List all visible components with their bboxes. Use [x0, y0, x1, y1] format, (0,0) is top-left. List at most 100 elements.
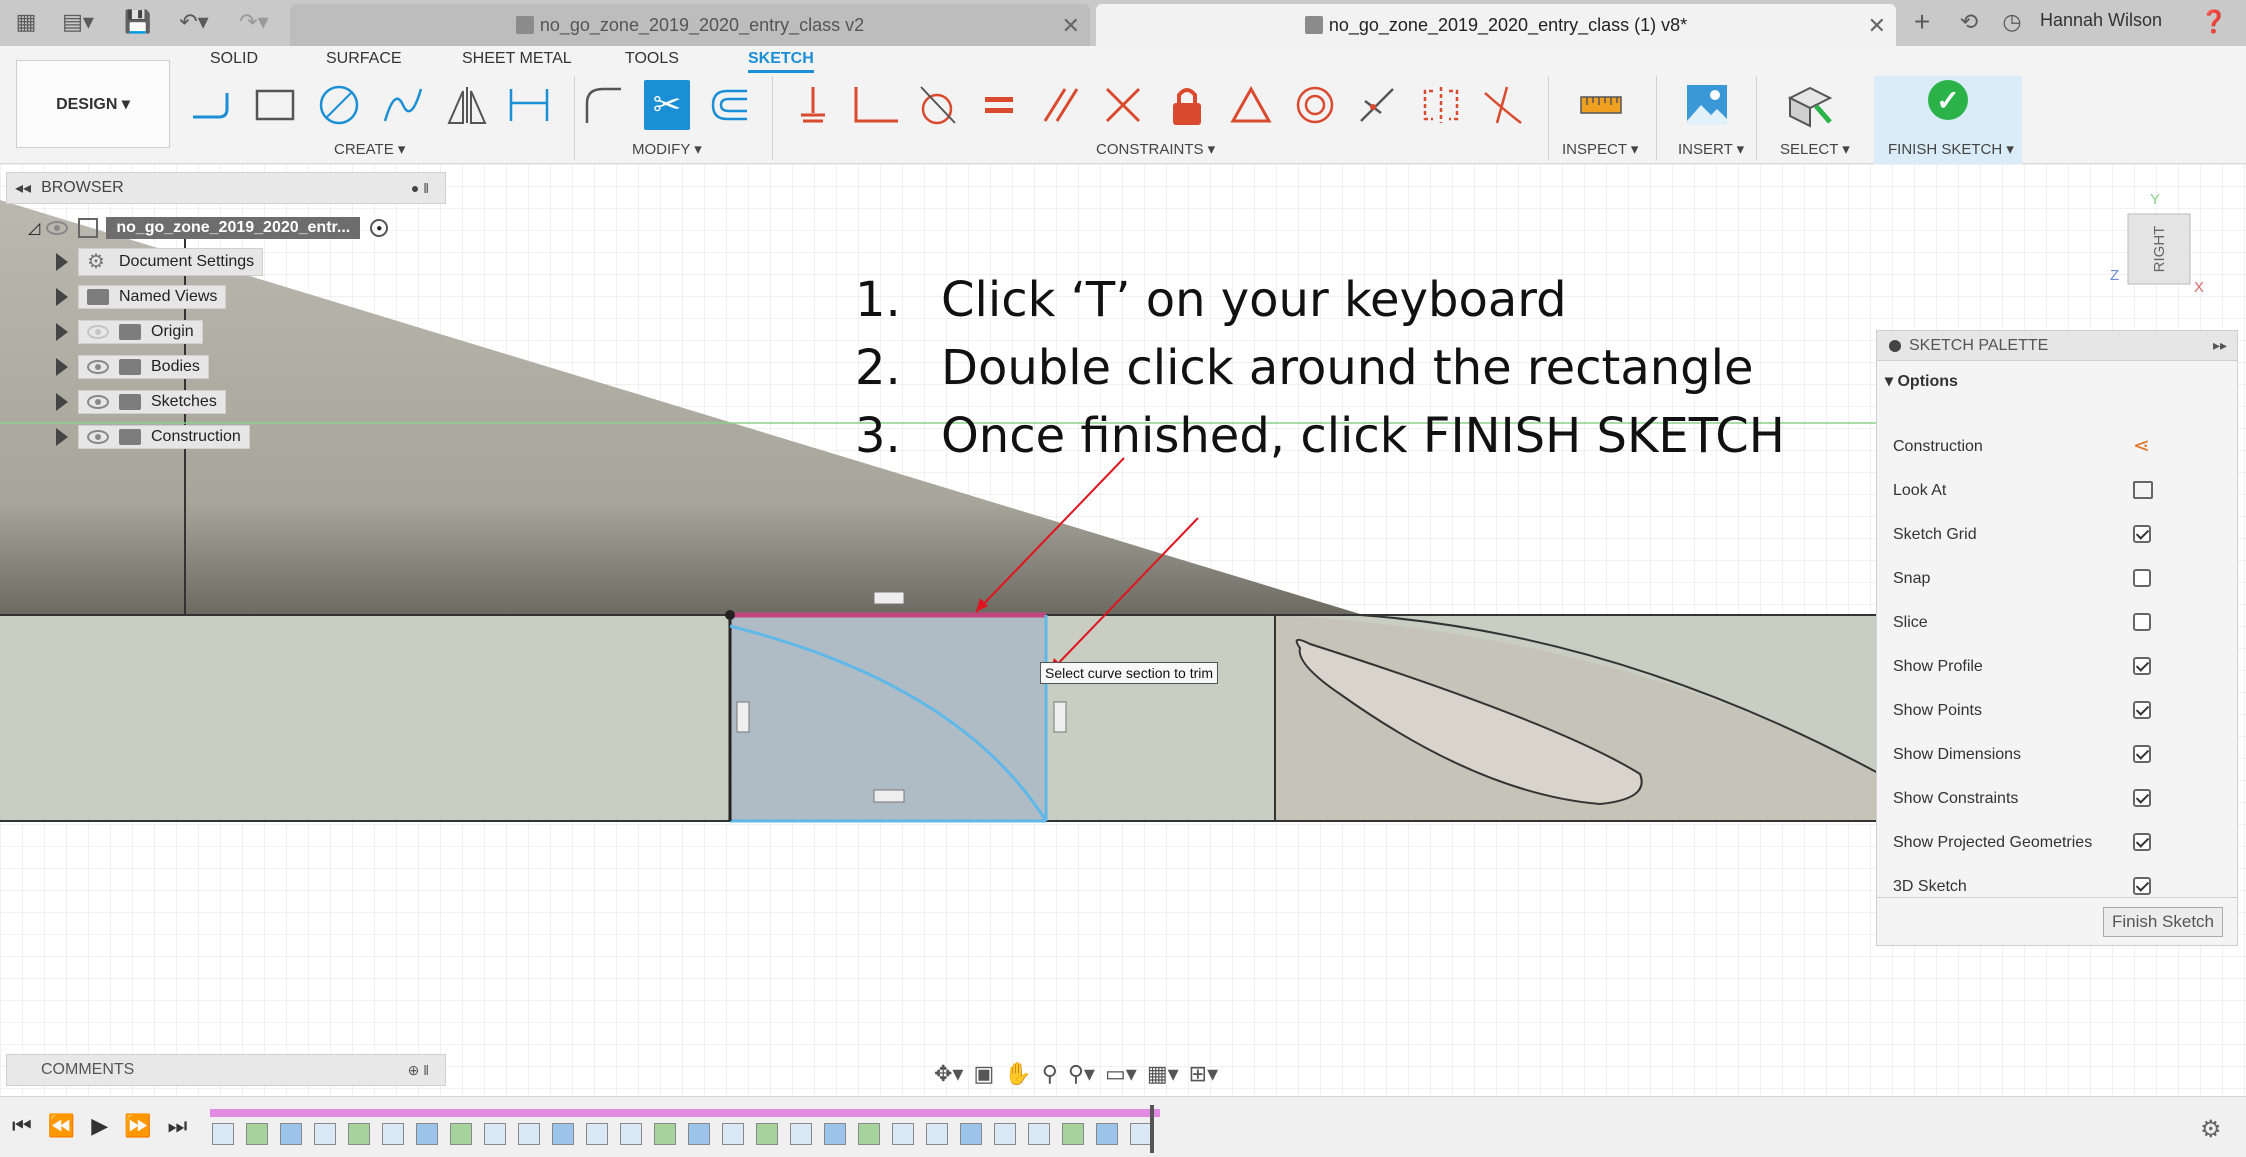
snap-checkbox[interactable] [2133, 569, 2151, 587]
line-tool-icon[interactable] [188, 80, 234, 130]
show-points-checkbox[interactable] [2133, 701, 2151, 719]
timeline-feature-icon[interactable] [620, 1123, 642, 1145]
timeline-settings-gear-icon[interactable]: ⚙ [2200, 1115, 2222, 1144]
tab-sheet-metal[interactable]: SHEET METAL [462, 50, 572, 68]
timeline-back-icon[interactable]: ⏪ [48, 1113, 75, 1139]
timeline-feature-icon[interactable] [348, 1123, 370, 1145]
timeline-feature-icon[interactable] [790, 1123, 812, 1145]
horizontal-vertical-icon[interactable] [790, 80, 836, 130]
palette-row-show-constraints[interactable]: Show Constraints [1893, 783, 2223, 815]
new-tab-icon[interactable]: + [1908, 6, 1936, 37]
collapse-browser-icon[interactable]: ◂◂ [15, 178, 31, 198]
timeline-feature-icon[interactable] [450, 1123, 472, 1145]
add-comment-icon[interactable]: ⊕ ‖ [408, 1062, 429, 1079]
save-icon[interactable]: 💾 [124, 8, 152, 36]
finish-sketch-button[interactable]: Finish Sketch [2103, 907, 2223, 937]
palette-pin-icon[interactable] [1889, 339, 1901, 352]
timeline-feature-icon[interactable] [654, 1123, 676, 1145]
user-name[interactable]: Hannah Wilson [2040, 10, 2162, 31]
palette-row-construction[interactable]: Construction ⋖ [1893, 431, 2223, 463]
expand-icon[interactable] [56, 288, 68, 306]
close-tab-1-icon[interactable]: ✕ [1062, 13, 1080, 39]
collinear-icon[interactable] [1354, 80, 1400, 130]
browser-panel-header[interactable]: ◂◂ BROWSER ● ‖ [6, 172, 446, 204]
tab-surface[interactable]: SURFACE [326, 50, 402, 68]
equal-icon[interactable] [976, 80, 1022, 130]
app-grid-icon[interactable]: ▦ [12, 8, 40, 36]
timeline-feature-icon[interactable] [926, 1123, 948, 1145]
document-tab-2[interactable]: no_go_zone_2019_2020_entry_class (1) v8*… [1096, 4, 1896, 46]
timeline-feature-icon[interactable] [858, 1123, 880, 1145]
timeline-feature-icon[interactable] [892, 1123, 914, 1145]
show-profile-checkbox[interactable] [2133, 657, 2151, 675]
palette-row-snap[interactable]: Snap [1893, 563, 2223, 595]
timeline-feature-icon[interactable] [416, 1123, 438, 1145]
construction-icon[interactable]: ⋖ [2133, 433, 2150, 458]
expand-icon[interactable] [56, 358, 68, 376]
perpendicular-icon[interactable] [1100, 80, 1146, 130]
expand-icon[interactable] [56, 428, 68, 446]
root-expand-icon[interactable]: ◿ [28, 218, 40, 238]
palette-row-look-at[interactable]: Look At [1893, 475, 2223, 507]
visibility-eye-icon[interactable] [87, 430, 109, 444]
timeline-track[interactable] [210, 1109, 1160, 1117]
browser-item-document-settings[interactable]: ⚙ Document Settings [56, 248, 264, 276]
timeline-feature-icon[interactable] [314, 1123, 336, 1145]
tangent-icon[interactable] [914, 80, 960, 130]
visibility-eye-icon[interactable] [87, 360, 109, 374]
timeline-feature-icon[interactable] [756, 1123, 778, 1145]
select-icon[interactable] [1786, 80, 1832, 130]
trim-tool-icon[interactable]: ✂ [644, 80, 690, 130]
browser-item-sketches[interactable]: Sketches [56, 388, 226, 416]
slice-checkbox[interactable] [2133, 613, 2151, 631]
timeline-play-icon[interactable]: ▶ [91, 1113, 108, 1139]
timeline-feature-icon[interactable] [1028, 1123, 1050, 1145]
show-dimensions-checkbox[interactable] [2133, 745, 2151, 763]
timeline-forward-icon[interactable]: ⏩ [124, 1113, 151, 1139]
dimension-tool-icon[interactable] [506, 80, 552, 130]
tab-solid[interactable]: SOLID [210, 50, 258, 68]
redo-icon[interactable]: ↷▾ [232, 8, 276, 36]
timeline-feature-icon[interactable] [518, 1123, 540, 1145]
document-tab-1[interactable]: no_go_zone_2019_2020_entry_class v2 ✕ [290, 4, 1090, 46]
sketch-palette-header[interactable]: SKETCH PALETTE ▸▸ [1877, 331, 2237, 361]
midpoint-triangle-icon[interactable] [1228, 80, 1274, 130]
timeline-start-icon[interactable]: ⏮ [12, 1113, 32, 1139]
timeline-feature-icon[interactable] [1096, 1123, 1118, 1145]
timeline-feature-icon[interactable] [246, 1123, 268, 1145]
comments-panel-header[interactable]: COMMENTS ⊕ ‖ [6, 1054, 446, 1086]
offset-tool-icon[interactable] [706, 80, 752, 130]
browser-item-construction[interactable]: Construction [56, 423, 250, 451]
circle-tool-icon[interactable] [316, 80, 362, 130]
show-projected-geometries-checkbox[interactable] [2133, 833, 2151, 851]
close-tab-2-icon[interactable]: ✕ [1868, 13, 1886, 39]
timeline-feature-icon[interactable] [994, 1123, 1016, 1145]
browser-item-origin[interactable]: Origin [56, 318, 203, 346]
extensions-icon[interactable]: ⟲ [1955, 8, 1983, 36]
modify-menu[interactable]: MODIFY ▾ [632, 140, 702, 158]
help-icon[interactable]: ❓ [2200, 8, 2228, 36]
timeline-marker[interactable] [1150, 1105, 1154, 1153]
browser-item-bodies[interactable]: Bodies [56, 353, 209, 381]
inspect-menu[interactable]: INSPECT ▾ [1562, 140, 1638, 158]
expand-icon[interactable] [56, 253, 68, 271]
palette-row-show-points[interactable]: Show Points [1893, 695, 2223, 727]
look-at-icon[interactable] [2133, 481, 2153, 499]
palette-row-3d-sketch[interactable]: 3D Sketch [1893, 871, 2223, 903]
tab-tools[interactable]: TOOLS [625, 50, 679, 68]
tab-sketch[interactable]: SKETCH [748, 50, 814, 73]
timeline-feature-icon[interactable] [586, 1123, 608, 1145]
zoom-icon[interactable]: ⚲ [1042, 1061, 1058, 1087]
browser-root-row[interactable]: ◿ no_go_zone_2019_2020_entr... ● [28, 214, 389, 242]
browser-pin-icon[interactable]: ● ‖ [411, 180, 429, 196]
visibility-eye-icon[interactable] [46, 221, 69, 235]
root-component-label[interactable]: no_go_zone_2019_2020_entr... [106, 217, 361, 239]
workspace-design-button[interactable]: DESIGN ▾ [16, 60, 170, 148]
symmetry-icon[interactable] [1418, 80, 1464, 130]
view-cube-face[interactable]: RIGHT [2151, 226, 2168, 273]
curvature-icon[interactable] [1480, 80, 1526, 130]
palette-row-show-projected-geometries[interactable]: Show Projected Geometries [1893, 827, 2223, 859]
file-menu-icon[interactable]: ▤▾ [58, 8, 98, 36]
zoom-window-icon[interactable]: ⚲▾ [1068, 1061, 1095, 1087]
look-at-nav-icon[interactable]: ▣ [973, 1061, 994, 1087]
